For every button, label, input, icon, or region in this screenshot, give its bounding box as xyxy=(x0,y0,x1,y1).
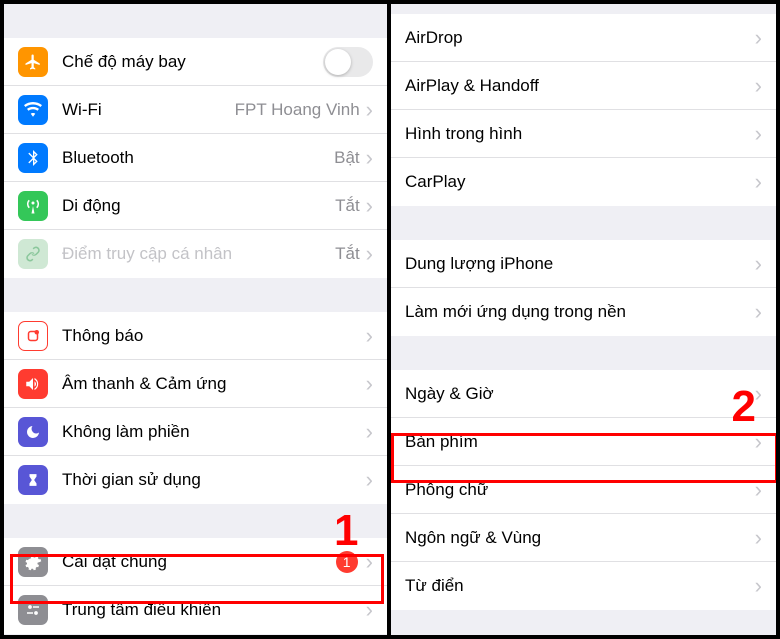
row-airplay[interactable]: AirPlay & Handoff › xyxy=(391,62,776,110)
chevron-icon: › xyxy=(366,469,373,491)
row-airplane-mode[interactable]: Chế độ máy bay xyxy=(4,38,387,86)
chevron-icon: › xyxy=(366,147,373,169)
row-label: Phông chữ xyxy=(405,480,755,500)
row-label: Hình trong hình xyxy=(405,124,755,144)
chevron-icon: › xyxy=(755,27,762,49)
row-keyboard[interactable]: Bàn phím › xyxy=(391,418,776,466)
row-detail: Tắt xyxy=(335,244,360,264)
row-label: Làm mới ứng dụng trong nền xyxy=(405,302,755,322)
bell-icon xyxy=(18,321,48,351)
row-label: AirPlay & Handoff xyxy=(405,76,755,96)
row-wifi[interactable]: Wi-Fi FPT Hoang Vinh › xyxy=(4,86,387,134)
airplane-icon xyxy=(18,47,48,77)
row-label: Thông báo xyxy=(62,326,366,346)
chevron-icon: › xyxy=(366,373,373,395)
row-general[interactable]: Cài đặt chung 1 › xyxy=(4,538,387,586)
group-airplay: AirDrop › AirPlay & Handoff › Hình trong… xyxy=(391,14,776,206)
row-label: Bàn phím xyxy=(405,432,755,452)
notification-badge: 1 xyxy=(336,551,358,573)
chevron-icon: › xyxy=(366,551,373,573)
antenna-icon xyxy=(18,191,48,221)
row-label: Cài đặt chung xyxy=(62,552,336,572)
chevron-icon: › xyxy=(366,325,373,347)
row-notifications[interactable]: Thông báo › xyxy=(4,312,387,360)
group-alerts: Thông báo › Âm thanh & Cảm ứng › Không l… xyxy=(4,312,387,504)
row-label: Thời gian sử dụng xyxy=(62,470,366,490)
row-bluetooth[interactable]: Bluetooth Bật › xyxy=(4,134,387,182)
row-label: Wi-Fi xyxy=(62,100,235,120)
row-label: Bluetooth xyxy=(62,148,334,168)
chevron-icon: › xyxy=(755,171,762,193)
row-label: Âm thanh & Cảm ứng xyxy=(62,374,366,394)
chevron-icon: › xyxy=(366,599,373,621)
sliders-icon xyxy=(18,595,48,625)
row-label: Ngôn ngữ & Vùng xyxy=(405,528,755,548)
section-gap xyxy=(4,504,387,538)
row-controlcenter[interactable]: Trung tâm điều khiển › xyxy=(4,586,387,634)
group-general: Cài đặt chung 1 › Trung tâm điều khiển › xyxy=(4,538,387,634)
section-gap xyxy=(4,278,387,312)
link-icon xyxy=(18,239,48,269)
chevron-icon: › xyxy=(755,75,762,97)
chevron-icon: › xyxy=(755,575,762,597)
row-label: Chế độ máy bay xyxy=(62,52,323,72)
row-carplay[interactable]: CarPlay › xyxy=(391,158,776,206)
row-label: Không làm phiền xyxy=(62,422,366,442)
row-label: Dung lượng iPhone xyxy=(405,254,755,274)
row-hotspot[interactable]: Điểm truy cập cá nhân Tắt › xyxy=(4,230,387,278)
chevron-icon: › xyxy=(366,421,373,443)
row-detail: Bật xyxy=(334,148,360,168)
chevron-icon: › xyxy=(366,99,373,121)
row-label: Trung tâm điều khiển xyxy=(62,600,366,620)
row-label: Ngày & Giờ xyxy=(405,384,755,404)
group-storage: Dung lượng iPhone › Làm mới ứng dụng tro… xyxy=(391,240,776,336)
speaker-icon xyxy=(18,369,48,399)
section-gap xyxy=(391,206,776,240)
row-dnd[interactable]: Không làm phiền › xyxy=(4,408,387,456)
group-connectivity: Chế độ máy bay Wi-Fi FPT Hoang Vinh › Bl… xyxy=(4,38,387,278)
hourglass-icon xyxy=(18,465,48,495)
row-storage[interactable]: Dung lượng iPhone › xyxy=(391,240,776,288)
general-settings-pane: AirDrop › AirPlay & Handoff › Hình trong… xyxy=(391,4,776,635)
row-fonts[interactable]: Phông chữ › xyxy=(391,466,776,514)
row-airdrop[interactable]: AirDrop › xyxy=(391,14,776,62)
row-cellular[interactable]: Di động Tắt › xyxy=(4,182,387,230)
gear-icon xyxy=(18,547,48,577)
chevron-icon: › xyxy=(755,431,762,453)
section-gap xyxy=(391,4,776,14)
row-datetime[interactable]: Ngày & Giờ › xyxy=(391,370,776,418)
row-dictionary[interactable]: Từ điển › xyxy=(391,562,776,610)
chevron-icon: › xyxy=(366,243,373,265)
wifi-icon xyxy=(18,95,48,125)
settings-main-pane: Chế độ máy bay Wi-Fi FPT Hoang Vinh › Bl… xyxy=(4,4,391,635)
row-screentime[interactable]: Thời gian sử dụng › xyxy=(4,456,387,504)
dual-screenshot-frame: Chế độ máy bay Wi-Fi FPT Hoang Vinh › Bl… xyxy=(0,0,780,639)
row-pip[interactable]: Hình trong hình › xyxy=(391,110,776,158)
chevron-icon: › xyxy=(755,253,762,275)
row-label: CarPlay xyxy=(405,172,755,192)
row-label: AirDrop xyxy=(405,28,755,48)
chevron-icon: › xyxy=(755,527,762,549)
moon-icon xyxy=(18,417,48,447)
row-sounds[interactable]: Âm thanh & Cảm ứng › xyxy=(4,360,387,408)
row-label: Di động xyxy=(62,196,335,216)
chevron-icon: › xyxy=(755,383,762,405)
chevron-icon: › xyxy=(755,123,762,145)
section-gap xyxy=(391,336,776,370)
airplane-toggle[interactable] xyxy=(323,47,373,77)
row-language[interactable]: Ngôn ngữ & Vùng › xyxy=(391,514,776,562)
section-gap xyxy=(4,4,387,38)
bluetooth-icon xyxy=(18,143,48,173)
chevron-icon: › xyxy=(366,195,373,217)
row-label: Điểm truy cập cá nhân xyxy=(62,244,335,264)
chevron-icon: › xyxy=(755,479,762,501)
row-detail: Tắt xyxy=(335,196,360,216)
chevron-icon: › xyxy=(755,301,762,323)
group-locale: Ngày & Giờ › Bàn phím › Phông chữ › Ngôn… xyxy=(391,370,776,610)
row-detail: FPT Hoang Vinh xyxy=(235,100,360,120)
row-bgrefresh[interactable]: Làm mới ứng dụng trong nền › xyxy=(391,288,776,336)
row-label: Từ điển xyxy=(405,576,755,596)
